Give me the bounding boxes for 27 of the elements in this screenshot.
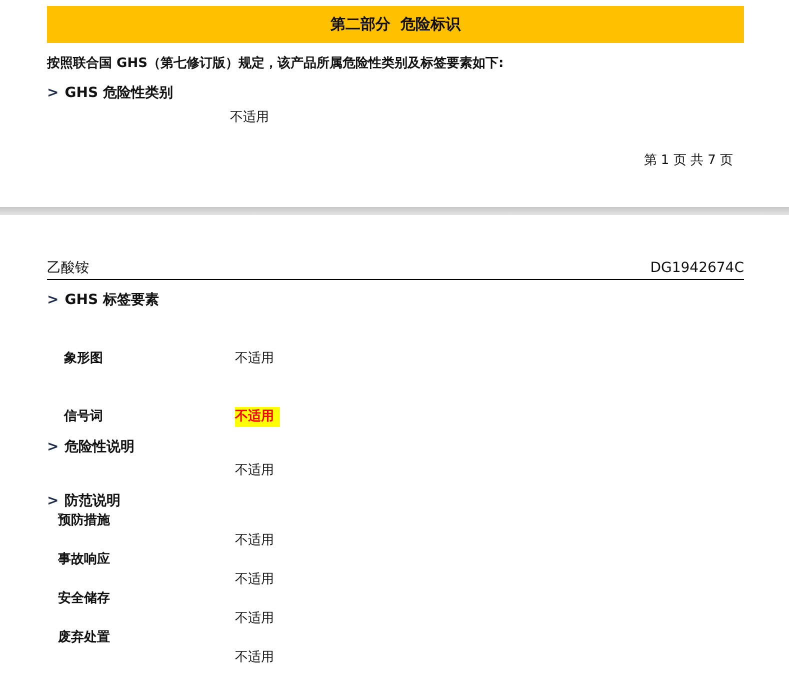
value-text: 不适用 — [235, 532, 274, 550]
field-label: 安全储存 — [57, 590, 110, 608]
chevron-marker: > — [47, 291, 59, 310]
document-code: DG1942674C — [650, 259, 744, 278]
field-label: 事故响应 — [57, 551, 110, 569]
chevron-marker: > — [47, 84, 59, 103]
value-text: 不适用 — [235, 571, 274, 589]
section-heading: GHS 危险性类别 — [64, 84, 173, 103]
section-heading: GHS 标签要素 — [64, 291, 159, 310]
intro-text: 按照联合国 GHS（第七修订版）规定，该产品所属危险性类别及标签要素如下: — [47, 54, 505, 73]
value-text: 不适用 — [235, 610, 274, 628]
value-text: 不适用 — [230, 109, 269, 127]
value-text: 不适用 — [235, 350, 274, 368]
chevron-marker: > — [47, 492, 59, 511]
section-heading: 防范说明 — [64, 492, 121, 511]
product-name: 乙酸铵 — [47, 259, 89, 278]
page-number: 第 1 页 共 7 页 — [642, 152, 734, 170]
chevron-marker: > — [47, 438, 59, 457]
value-text: 不适用 — [235, 649, 274, 667]
field-label: 废弃处置 — [57, 629, 110, 647]
value-text: 不适用 — [235, 407, 280, 427]
field-label: 象形图 — [64, 350, 104, 368]
field-label: 预防措施 — [56, 512, 110, 530]
section-heading: 危险性说明 — [64, 438, 135, 457]
section-banner: 第二部分 危险标识 — [47, 6, 744, 43]
value-text: 不适用 — [235, 462, 274, 480]
field-label: 信号词 — [64, 408, 104, 426]
